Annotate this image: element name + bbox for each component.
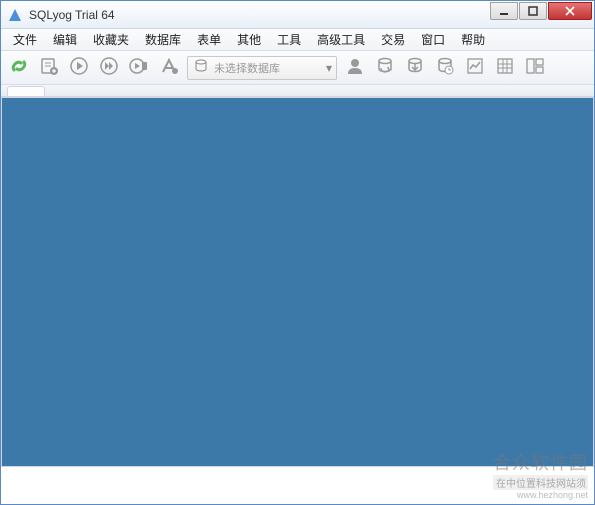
backup-button[interactable]	[403, 56, 427, 80]
sync-button[interactable]	[373, 56, 397, 80]
window-controls	[489, 2, 592, 22]
user-icon	[345, 56, 365, 79]
execute-all-button[interactable]	[97, 56, 121, 80]
execute-all-icon	[99, 56, 119, 79]
menu-help[interactable]: 帮助	[453, 29, 493, 50]
backup-icon	[405, 56, 425, 79]
minimize-button[interactable]	[490, 2, 518, 20]
connect-button[interactable]	[7, 56, 31, 80]
menu-powertools[interactable]: 高级工具	[309, 29, 373, 50]
watermark-text-3: www.hezhong.net	[493, 490, 588, 500]
menu-tools[interactable]: 工具	[269, 29, 309, 50]
database-icon	[194, 59, 208, 76]
menu-table[interactable]: 表单	[189, 29, 229, 50]
window-title: SQLyog Trial 64	[29, 8, 489, 22]
database-selector[interactable]: 未选择数据库 ▾	[187, 56, 337, 80]
maximize-button[interactable]	[519, 2, 547, 20]
menu-window[interactable]: 窗口	[413, 29, 453, 50]
app-window: SQLyog Trial 64 文件 编辑 收藏夹 数据库 表单 其他 工具 高…	[0, 0, 595, 505]
layout-icon	[525, 56, 545, 79]
close-button[interactable]	[548, 2, 592, 20]
chart-button[interactable]	[463, 56, 487, 80]
connect-icon	[9, 56, 29, 79]
watermark-text-1: 合众软件园	[493, 449, 588, 475]
execute-explain-icon	[129, 56, 149, 79]
execute-button[interactable]	[67, 56, 91, 80]
layout-button[interactable]	[523, 56, 547, 80]
schedule-button[interactable]	[433, 56, 457, 80]
format-icon	[159, 56, 179, 79]
titlebar: SQLyog Trial 64	[1, 1, 594, 29]
menu-favorites[interactable]: 收藏夹	[85, 29, 137, 50]
menu-file[interactable]: 文件	[5, 29, 45, 50]
content-area	[1, 97, 594, 467]
execute-explain-button[interactable]	[127, 56, 151, 80]
menu-transactions[interactable]: 交易	[373, 29, 413, 50]
user-manager-button[interactable]	[343, 56, 367, 80]
database-selector-text: 未选择数据库	[214, 60, 320, 76]
menubar: 文件 编辑 收藏夹 数据库 表单 其他 工具 高级工具 交易 窗口 帮助	[1, 29, 594, 51]
chart-icon	[465, 56, 485, 79]
new-query-icon	[39, 56, 59, 79]
execute-icon	[69, 56, 89, 79]
watermark: 合众软件园 在中位置科技网站须 www.hezhong.net	[493, 449, 588, 500]
connection-tab[interactable]	[7, 86, 45, 96]
toolbar: 未选择数据库 ▾	[1, 51, 594, 85]
sync-icon	[375, 56, 395, 79]
new-query-button[interactable]	[37, 56, 61, 80]
menu-database[interactable]: 数据库	[137, 29, 189, 50]
grid-button[interactable]	[493, 56, 517, 80]
watermark-text-2: 在中位置科技网站须	[493, 475, 588, 490]
schedule-icon	[435, 56, 455, 79]
tab-strip	[1, 85, 594, 97]
format-button[interactable]	[157, 56, 181, 80]
chevron-down-icon: ▾	[326, 61, 332, 75]
menu-edit[interactable]: 编辑	[45, 29, 85, 50]
menu-other[interactable]: 其他	[229, 29, 269, 50]
grid-icon	[495, 56, 515, 79]
app-icon	[7, 7, 23, 23]
